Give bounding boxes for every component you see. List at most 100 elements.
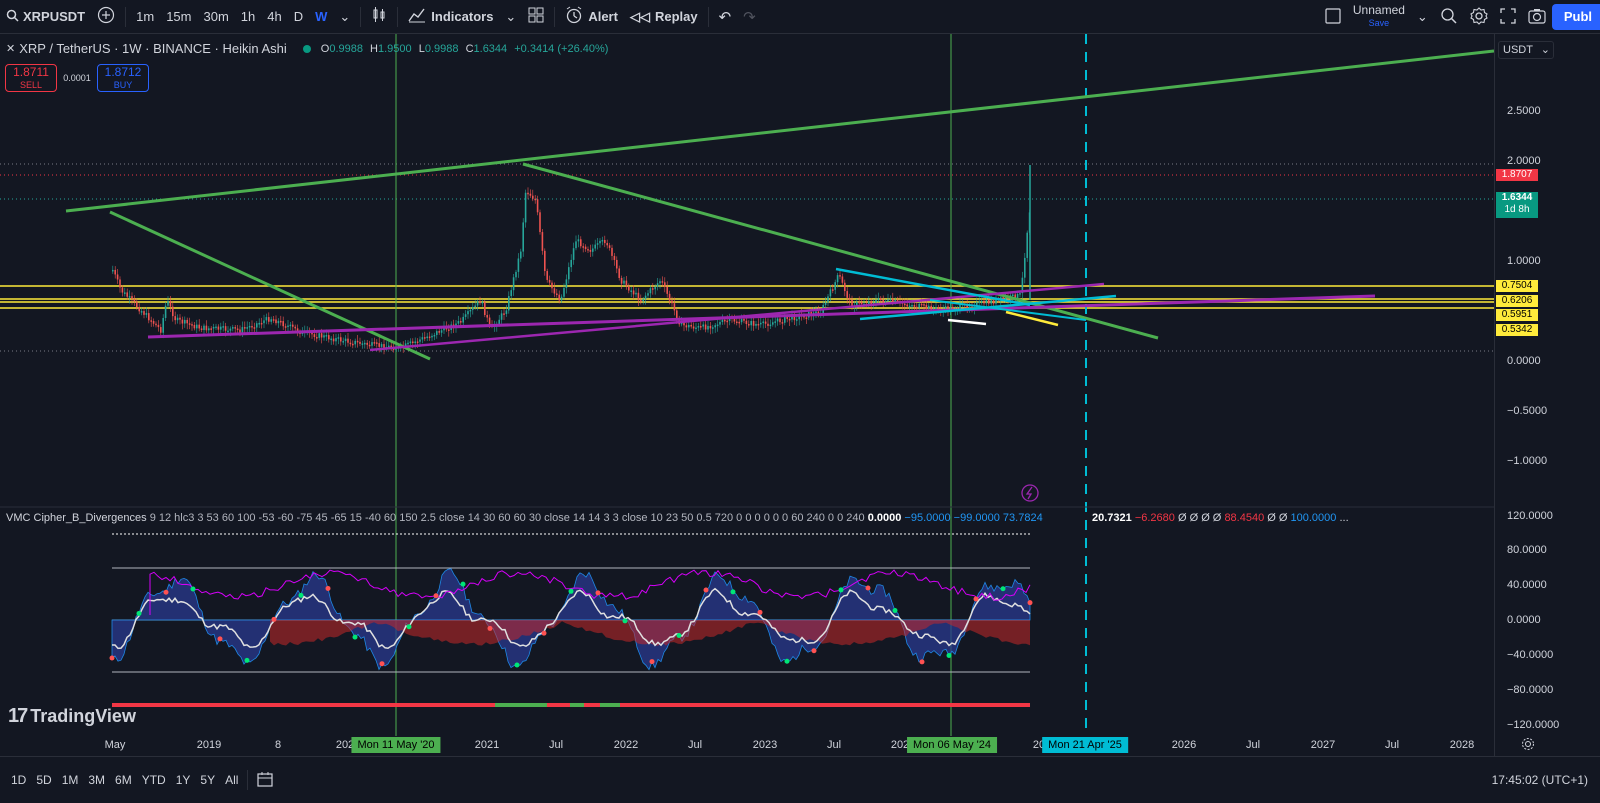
add-symbol-button[interactable] (91, 0, 121, 34)
interval-d[interactable]: D (288, 0, 309, 34)
sell-button[interactable]: 1.8711 SELL (5, 64, 57, 92)
buy-button[interactable]: 1.8712 BUY (97, 64, 149, 92)
candle (431, 335, 433, 338)
candle (575, 241, 577, 249)
candle (815, 311, 817, 314)
symbol-legend[interactable]: ✕ XRP / TetherUS · 1W · BINANCE · Heikin… (6, 41, 612, 56)
candle (928, 305, 930, 309)
divider (360, 6, 362, 27)
candle (460, 321, 462, 323)
quick-search-button[interactable] (1434, 0, 1464, 34)
candle (892, 298, 894, 303)
interval-15m[interactable]: 15m (160, 0, 197, 34)
indicator-more[interactable]: ... (1339, 512, 1348, 524)
redo-icon: ↷ (743, 8, 756, 26)
interval-30m[interactable]: 30m (197, 0, 234, 34)
signal-dot (433, 593, 439, 599)
axis-settings-icon[interactable] (1521, 737, 1535, 754)
candle (988, 299, 990, 304)
lightning-icon[interactable] (1021, 484, 1039, 502)
candle (1024, 257, 1026, 278)
candle (589, 249, 592, 252)
settings-button[interactable] (1464, 0, 1494, 34)
signal-dot (379, 661, 385, 667)
undo-button[interactable]: ↶ (713, 0, 738, 34)
bar-style-button[interactable] (365, 0, 393, 34)
interval-1m[interactable]: 1m (130, 0, 160, 34)
candle (565, 279, 568, 289)
candle (913, 305, 916, 307)
candle (990, 300, 992, 304)
candle (918, 303, 920, 308)
time-axis[interactable]: May 2019 8 202 2021 Jul 2022 Jul 2023 Ju… (0, 736, 1494, 756)
fullscreen-button[interactable] (1494, 0, 1522, 34)
interval-w[interactable]: W (309, 0, 333, 34)
candle (599, 240, 601, 244)
redo-button[interactable]: ↷ (737, 0, 762, 34)
interval-1h[interactable]: 1h (235, 0, 261, 34)
osc-axis-label: −120.0000 (1507, 719, 1560, 731)
bar-style-icon (371, 6, 387, 27)
candle (692, 326, 695, 329)
candle (630, 290, 632, 292)
indicators-button[interactable]: Indicators (402, 0, 499, 34)
date-range-button[interactable] (252, 771, 278, 790)
candle (637, 292, 640, 301)
indicator-legend[interactable]: VMC Cipher_B_Divergences 9 12 hlc3 3 53 … (6, 512, 1043, 524)
time-label: 2022 (613, 739, 639, 751)
market-status-icon (302, 44, 311, 53)
signal-dot (757, 609, 763, 615)
time-label: 2019 (196, 739, 222, 751)
candle (745, 320, 748, 325)
range-3m[interactable]: 3M (83, 773, 110, 787)
green-trendline-2021[interactable] (522, 162, 1159, 340)
indicators-dropdown[interactable]: ⌄ (499, 0, 522, 34)
price-axis[interactable]: USDT ⌄ 2.5000 2.0000 1.0000 0.0000 −0.50… (1494, 34, 1600, 756)
range-6m[interactable]: 6M (110, 773, 137, 787)
signal-dot (217, 636, 223, 642)
candle (752, 321, 755, 326)
range-1y[interactable]: 1Y (171, 773, 196, 787)
candle (421, 337, 424, 340)
white-mark (947, 318, 987, 326)
range-5y[interactable]: 5Y (195, 773, 220, 787)
candle (625, 280, 628, 287)
range-1m[interactable]: 1M (57, 773, 84, 787)
candle (587, 249, 589, 251)
publish-button[interactable]: Publ (1551, 4, 1600, 30)
signal-dot (1027, 600, 1033, 606)
range-all[interactable]: All (220, 773, 243, 787)
currency-selector[interactable]: USDT ⌄ (1498, 41, 1554, 59)
candle (596, 243, 599, 245)
range-1d[interactable]: 1D (6, 773, 31, 787)
symbol-search[interactable]: XRPUSDT (0, 0, 91, 34)
snapshot-button[interactable] (1522, 0, 1552, 34)
candle (546, 271, 548, 280)
candle (426, 336, 428, 339)
candle (294, 326, 296, 329)
clock[interactable]: 17:45:02 (UTC+1) (1492, 773, 1588, 787)
interval-dropdown[interactable]: ⌄ (333, 0, 356, 34)
layout-name[interactable]: Unnamed Save (1347, 4, 1411, 30)
layout-dropdown[interactable]: ⌄ (1411, 0, 1434, 34)
range-ytd[interactable]: YTD (137, 773, 171, 787)
alert-button[interactable]: Alert (559, 0, 624, 34)
signal-dot (244, 657, 250, 663)
range-5d[interactable]: 5D (31, 773, 56, 787)
candle (121, 287, 124, 293)
purple-trendline-2[interactable] (369, 282, 1105, 352)
price-label: 0.0000 (1507, 355, 1541, 367)
layout-button[interactable] (1319, 0, 1347, 34)
collapse-icon[interactable]: ✕ (6, 42, 15, 55)
replay-button[interactable]: ◁◁ Replay (624, 0, 704, 34)
candle (416, 341, 419, 344)
green-trendline-upper[interactable] (65, 49, 1494, 213)
candle (220, 326, 222, 330)
tradingview-logo[interactable]: 17 TradingView (8, 705, 136, 728)
chart-canvas[interactable] (0, 34, 1494, 756)
candle (776, 318, 779, 322)
candle (839, 275, 841, 277)
candle (774, 321, 776, 323)
templates-button[interactable] (522, 0, 550, 34)
interval-4h[interactable]: 4h (261, 0, 287, 34)
